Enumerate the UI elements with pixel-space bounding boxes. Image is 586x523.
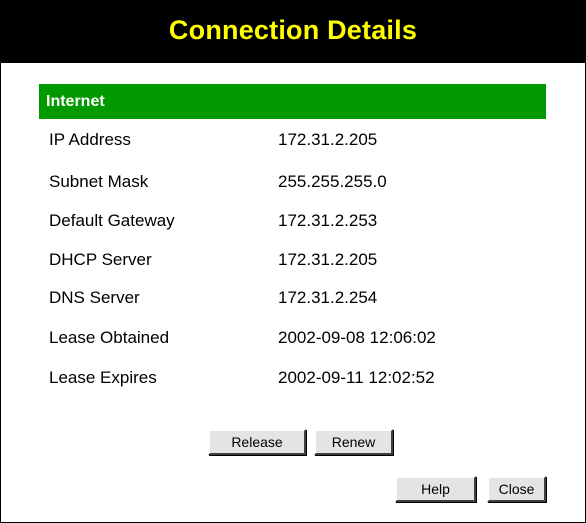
subnet-mask-value: 255.255.255.0 [278, 172, 387, 191]
default-gateway-value: 172.31.2.253 [278, 211, 378, 230]
default-gateway-label: Default Gateway [49, 211, 175, 230]
ip-address-label: IP Address [49, 130, 131, 149]
detail-row-subnet-mask: Subnet Mask 255.255.255.0 [1, 172, 585, 212]
close-button[interactable]: Close [487, 476, 546, 502]
dhcp-server-label: DHCP Server [49, 250, 152, 269]
lease-expires-value: 2002-09-11 12:02:52 [278, 368, 435, 387]
lease-expires-label: Lease Expires [49, 368, 157, 387]
detail-row-dhcp-server: DHCP Server 172.31.2.205 [1, 250, 585, 290]
help-button[interactable]: Help [395, 476, 476, 502]
ip-address-value: 172.31.2.205 [278, 130, 378, 149]
dialog-title: Connection Details [168, 14, 418, 45]
release-button[interactable]: Release [208, 429, 306, 455]
section-header-internet: Internet [39, 84, 546, 119]
detail-row-dns-server: DNS Server 172.31.2.254 [1, 288, 585, 328]
lease-obtained-value: 2002-09-08 12:06:02 [278, 328, 436, 347]
dns-server-value: 172.31.2.254 [278, 288, 378, 307]
detail-row-lease-expires: Lease Expires 2002-09-11 12:02:52 [1, 368, 585, 408]
renew-button[interactable]: Renew [314, 429, 393, 455]
detail-row-default-gateway: Default Gateway 172.31.2.253 [1, 211, 585, 251]
dns-server-label: DNS Server [49, 288, 140, 307]
detail-row-ip-address: IP Address 172.31.2.205 [1, 130, 585, 170]
dhcp-server-value: 172.31.2.205 [278, 250, 378, 269]
connection-details-dialog: Connection Details Internet IP Address 1… [0, 0, 586, 523]
lease-obtained-label: Lease Obtained [49, 328, 170, 347]
title-bar: Connection Details [1, 1, 585, 63]
subnet-mask-label: Subnet Mask [49, 172, 149, 191]
detail-row-lease-obtained: Lease Obtained 2002-09-08 12:06:02 [1, 328, 585, 368]
section-title: Internet [46, 92, 105, 110]
